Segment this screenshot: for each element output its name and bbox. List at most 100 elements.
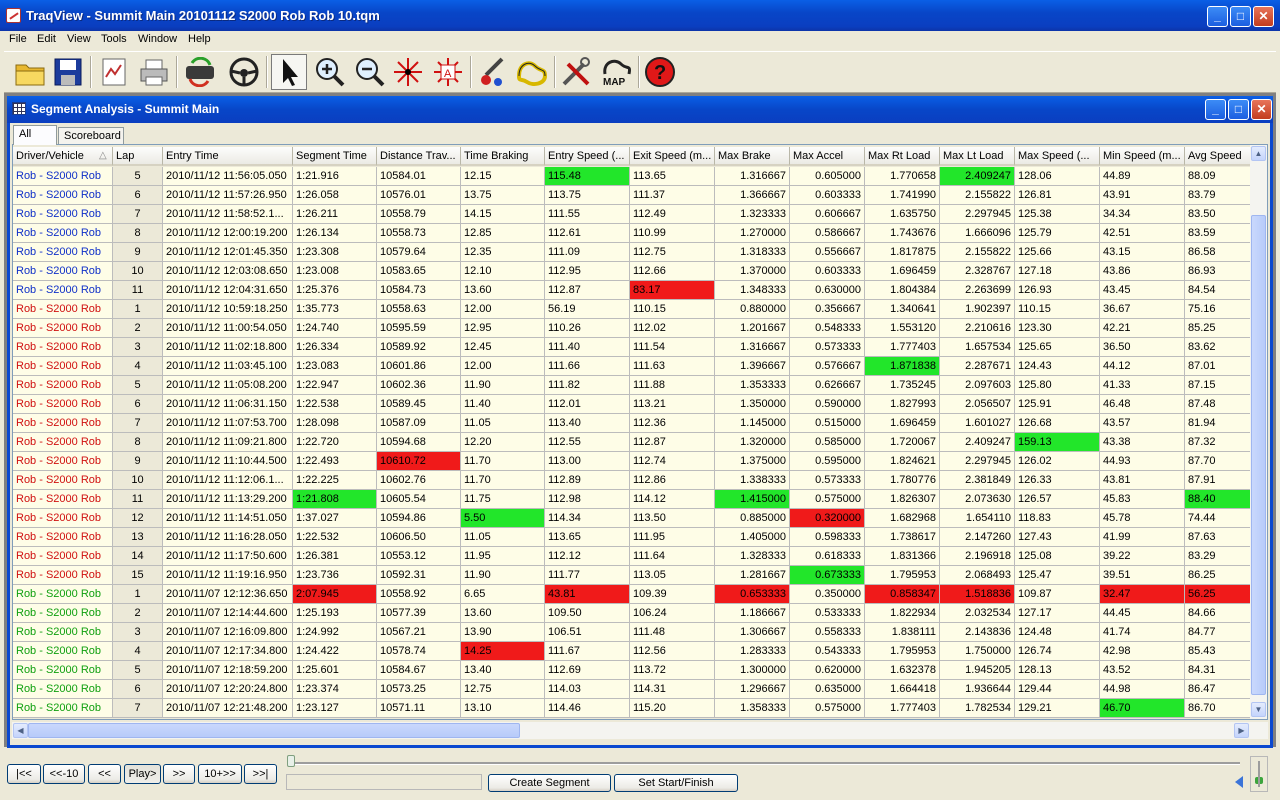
table-cell[interactable]: 10579.64: [377, 243, 461, 262]
table-cell[interactable]: 112.12: [545, 547, 630, 566]
table-cell[interactable]: 124.43: [1015, 357, 1100, 376]
table-cell[interactable]: 32.47: [1100, 585, 1185, 604]
table-cell[interactable]: 112.66: [630, 262, 715, 281]
table-cell[interactable]: 2010/11/07 12:14:44.600: [163, 604, 293, 623]
table-cell[interactable]: 127.17: [1015, 604, 1100, 623]
table-cell[interactable]: 12: [113, 509, 163, 528]
table-cell[interactable]: 114.03: [545, 680, 630, 699]
table-cell[interactable]: 111.67: [545, 642, 630, 661]
table-cell[interactable]: 112.89: [545, 471, 630, 490]
table-cell[interactable]: 2.143836: [940, 623, 1015, 642]
table-cell[interactable]: 14.15: [461, 205, 545, 224]
table-cell[interactable]: 0.626667: [790, 376, 865, 395]
table-cell[interactable]: 7: [113, 414, 163, 433]
table-cell[interactable]: 126.57: [1015, 490, 1100, 509]
back-button[interactable]: <<: [88, 764, 121, 784]
table-cell[interactable]: 125.38: [1015, 205, 1100, 224]
driver-cell[interactable]: Rob - S2000 Rob: [13, 680, 113, 699]
table-cell[interactable]: 1:23.374: [293, 680, 377, 699]
table-row[interactable]: Rob - S2000 Rob 10 2010/11/12 11:12:06.1..…: [13, 471, 1251, 490]
table-cell[interactable]: 111.55: [545, 205, 630, 224]
table-cell[interactable]: 43.81: [1100, 471, 1185, 490]
table-cell[interactable]: 56.25: [1185, 585, 1251, 604]
table-cell[interactable]: 126.81: [1015, 186, 1100, 205]
table-cell[interactable]: 43.45: [1100, 281, 1185, 300]
table-cell[interactable]: 14.25: [461, 642, 545, 661]
table-cell[interactable]: 10592.31: [377, 566, 461, 585]
table-cell[interactable]: 1:26.058: [293, 186, 377, 205]
table-cell[interactable]: 109.39: [630, 585, 715, 604]
table-cell[interactable]: 127.43: [1015, 528, 1100, 547]
table-cell[interactable]: 11.05: [461, 414, 545, 433]
table-cell[interactable]: 83.62: [1185, 338, 1251, 357]
table-cell[interactable]: 126.93: [1015, 281, 1100, 300]
table-cell[interactable]: 10571.11: [377, 699, 461, 718]
column-header[interactable]: Max Rt Load: [865, 147, 940, 166]
save-icon[interactable]: [50, 54, 86, 90]
table-cell[interactable]: 1.353333: [715, 376, 790, 395]
table-cell[interactable]: 1.306667: [715, 623, 790, 642]
print-icon[interactable]: [136, 54, 172, 90]
table-cell[interactable]: 0.630000: [790, 281, 865, 300]
horizontal-scrollbar[interactable]: ◀ ▶: [12, 722, 1268, 739]
table-cell[interactable]: 1.318333: [715, 243, 790, 262]
table-cell[interactable]: 1.743676: [865, 224, 940, 243]
table-cell[interactable]: 1:26.334: [293, 338, 377, 357]
pointer-icon[interactable]: [271, 54, 307, 90]
table-row[interactable]: Rob - S2000 Rob 12 2010/11/12 11:14:51.050…: [13, 509, 1251, 528]
table-cell[interactable]: 0.620000: [790, 661, 865, 680]
table-cell[interactable]: 1.316667: [715, 167, 790, 186]
table-cell[interactable]: 1.338333: [715, 471, 790, 490]
table-cell[interactable]: 111.88: [630, 376, 715, 395]
table-cell[interactable]: 2010/11/12 11:57:26.950: [163, 186, 293, 205]
table-cell[interactable]: 1.145000: [715, 414, 790, 433]
table-cell[interactable]: 87.15: [1185, 376, 1251, 395]
paint-icon[interactable]: [474, 54, 510, 90]
table-cell[interactable]: 83.17: [630, 281, 715, 300]
table-cell[interactable]: 2010/11/12 11:09:21.800: [163, 433, 293, 452]
table-row[interactable]: Rob - S2000 Rob 6 2010/11/07 12:20:24.800 1…: [13, 680, 1251, 699]
table-cell[interactable]: 1.350000: [715, 395, 790, 414]
table-cell[interactable]: 110.99: [630, 224, 715, 243]
first-button[interactable]: |<<: [7, 764, 41, 784]
table-cell[interactable]: 10576.01: [377, 186, 461, 205]
column-header[interactable]: Entry Time: [163, 147, 293, 166]
table-cell[interactable]: 0.320000: [790, 509, 865, 528]
driver-cell[interactable]: Rob - S2000 Rob: [13, 547, 113, 566]
table-cell[interactable]: 129.44: [1015, 680, 1100, 699]
table-cell[interactable]: 10610.72: [377, 452, 461, 471]
table-cell[interactable]: 2.297945: [940, 452, 1015, 471]
table-cell[interactable]: 0.885000: [715, 509, 790, 528]
table-cell[interactable]: 10602.76: [377, 471, 461, 490]
table-cell[interactable]: 10584.67: [377, 661, 461, 680]
table-cell[interactable]: 114.34: [545, 509, 630, 528]
table-cell[interactable]: 2010/11/12 11:02:18.800: [163, 338, 293, 357]
table-cell[interactable]: 0.558333: [790, 623, 865, 642]
table-cell[interactable]: 110.26: [545, 319, 630, 338]
table-cell[interactable]: 42.98: [1100, 642, 1185, 661]
forward-button[interactable]: >>: [163, 764, 195, 784]
table-cell[interactable]: 6: [113, 395, 163, 414]
table-cell[interactable]: 10558.63: [377, 300, 461, 319]
table-cell[interactable]: 2010/11/12 10:59:18.250: [163, 300, 293, 319]
table-cell[interactable]: 10583.65: [377, 262, 461, 281]
table-cell[interactable]: 8: [113, 224, 163, 243]
table-cell[interactable]: 2010/11/07 12:17:34.800: [163, 642, 293, 661]
table-cell[interactable]: 0.543333: [790, 642, 865, 661]
table-cell[interactable]: 1.281667: [715, 566, 790, 585]
table-cell[interactable]: 1.405000: [715, 528, 790, 547]
table-cell[interactable]: 111.54: [630, 338, 715, 357]
table-cell[interactable]: 86.25: [1185, 566, 1251, 585]
table-cell[interactable]: 2.210616: [940, 319, 1015, 338]
table-cell[interactable]: 113.65: [545, 528, 630, 547]
table-cell[interactable]: 2.409247: [940, 433, 1015, 452]
open-folder-icon[interactable]: [12, 54, 48, 90]
table-cell[interactable]: 126.74: [1015, 642, 1100, 661]
column-header[interactable]: Max Accel: [790, 147, 865, 166]
table-cell[interactable]: 125.79: [1015, 224, 1100, 243]
table-cell[interactable]: 83.29: [1185, 547, 1251, 566]
table-cell[interactable]: 114.31: [630, 680, 715, 699]
table-cell[interactable]: 1.601027: [940, 414, 1015, 433]
table-cell[interactable]: 113.65: [630, 167, 715, 186]
table-cell[interactable]: 0.573333: [790, 471, 865, 490]
